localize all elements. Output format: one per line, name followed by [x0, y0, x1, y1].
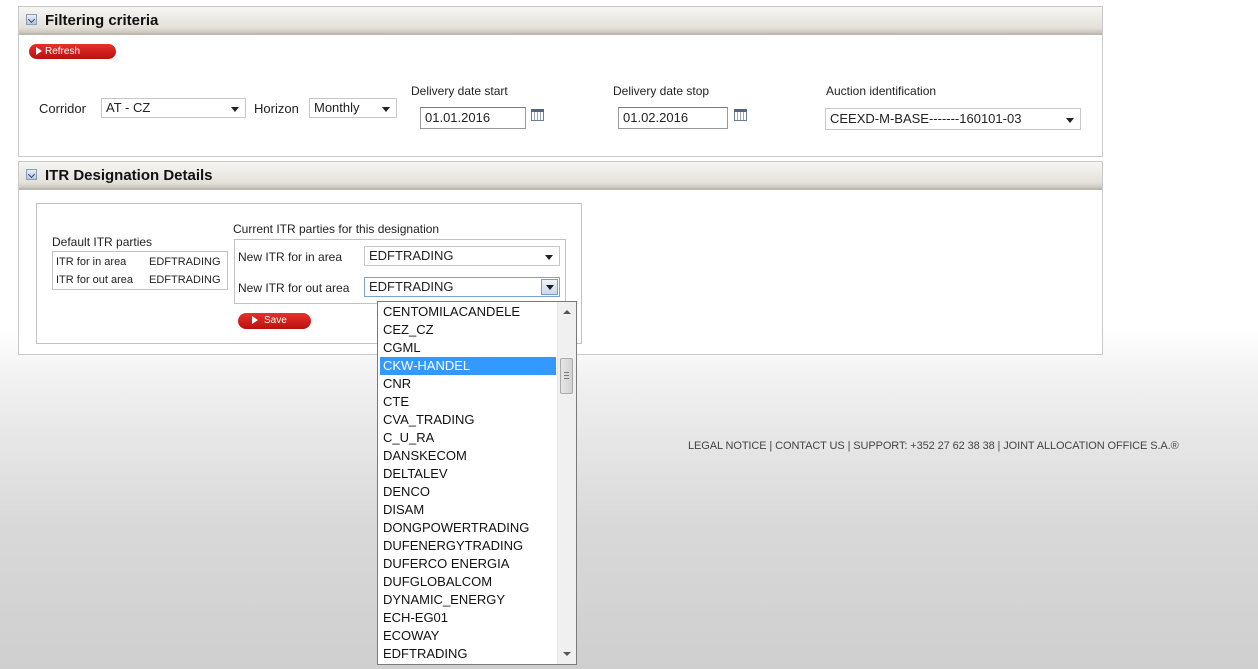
chevron-down-icon [382, 107, 390, 112]
dropdown-option[interactable]: CTE [380, 393, 556, 411]
dropdown-option[interactable]: DONGPOWERTRADING [380, 519, 556, 537]
scroll-thumb[interactable] [560, 358, 573, 394]
delivery-date-start-label: Delivery date start [411, 84, 508, 98]
filtering-criteria-title: Filtering criteria [45, 12, 159, 29]
footer-links[interactable]: LEGAL NOTICE | CONTACT US | SUPPORT: +35… [688, 440, 1179, 452]
dropdown-option[interactable]: DUFENERGYTRADING [380, 537, 556, 555]
auction-identification-value: CEEXD-M-BASE-------160101-03 [830, 111, 1022, 126]
dropdown-option[interactable]: ECOWAY [380, 627, 556, 645]
itr-party-dropdown-list[interactable]: CENTOMILACANDELE CEZ_CZ CGML CKW-HANDEL CNR C… [377, 301, 577, 665]
refresh-button-label: Refresh [45, 46, 81, 57]
dropdown-option[interactable]: CGML [380, 339, 556, 357]
dropdown-option[interactable]: CEZ_CZ [380, 321, 556, 339]
dropdown-option[interactable]: CVA_TRADING [380, 411, 556, 429]
default-out-area-value: EDFTRADING [149, 274, 221, 286]
scroll-down-icon[interactable] [563, 652, 571, 656]
refresh-button[interactable]: Refresh [29, 44, 116, 59]
default-itr-parties-label: Default ITR parties [52, 235, 153, 249]
new-in-area-select[interactable]: EDFTRADING [364, 246, 560, 266]
play-icon [252, 316, 258, 324]
chevron-down-icon [545, 255, 553, 260]
dropdown-option[interactable]: DUFGLOBALCOM [380, 573, 556, 591]
dropdown-option[interactable]: ECH-EG01 [380, 609, 556, 627]
dropdown-option[interactable]: DENCO [380, 483, 556, 501]
save-button[interactable]: Save [238, 313, 311, 329]
dropdown-option[interactable]: DYNAMIC_ENERGY [380, 591, 556, 609]
dropdown-option[interactable]: DELTALEV [380, 465, 556, 483]
itr-designation-header[interactable]: ITR Designation Details [19, 162, 1102, 190]
scroll-up-icon[interactable] [563, 310, 571, 314]
corridor-label: Corridor [39, 101, 86, 116]
new-in-area-value: EDFTRADING [369, 248, 454, 263]
horizon-select-value: Monthly [314, 100, 360, 115]
delivery-date-stop-input[interactable]: 01.02.2016 [618, 107, 728, 129]
dropdown-option[interactable]: EDFTRADING [380, 645, 556, 663]
filtering-criteria-panel: Filtering criteria Refresh Corridor AT -… [18, 6, 1103, 157]
new-out-area-value: EDFTRADING [369, 279, 454, 294]
dropdown-scrollbar[interactable] [557, 302, 576, 664]
default-in-area-value: EDFTRADING [149, 256, 221, 268]
current-itr-parties-label: Current ITR parties for this designation [233, 222, 440, 236]
auction-identification-select[interactable]: CEEXD-M-BASE-------160101-03 [825, 108, 1081, 130]
new-out-area-select[interactable]: EDFTRADING [364, 277, 560, 297]
corridor-select-value: AT - CZ [106, 100, 151, 115]
save-button-label: Save [264, 315, 287, 326]
default-in-area-label: ITR for in area [56, 256, 127, 268]
delivery-date-stop-value: 01.02.2016 [623, 110, 689, 125]
collapse-chevron-icon[interactable] [26, 14, 37, 25]
delivery-date-start-value: 01.01.2016 [425, 110, 491, 125]
dropdown-option[interactable]: DANSKECOM [380, 447, 556, 465]
new-out-area-label: New ITR for out area [238, 281, 350, 295]
chevron-down-icon [231, 107, 239, 112]
auction-identification-label: Auction identification [826, 84, 937, 98]
dropdown-option[interactable]: DISAM [380, 501, 556, 519]
delivery-date-stop-label: Delivery date stop [613, 84, 710, 98]
default-out-area-label: ITR for out area [56, 274, 134, 286]
horizon-select[interactable]: Monthly [309, 98, 397, 118]
chevron-down-icon [1066, 118, 1074, 123]
calendar-icon[interactable] [734, 109, 747, 121]
itr-designation-title: ITR Designation Details [45, 167, 213, 184]
play-icon [36, 47, 42, 55]
collapse-chevron-icon[interactable] [26, 169, 37, 180]
delivery-date-start-input[interactable]: 01.01.2016 [420, 107, 526, 129]
dropdown-option[interactable]: CKW-HANDEL [380, 357, 556, 375]
dropdown-option[interactable]: CENTOMILACANDELE [380, 303, 556, 321]
dropdown-option[interactable]: CNR [380, 375, 556, 393]
corridor-select[interactable]: AT - CZ [101, 98, 246, 118]
dropdown-toggle-icon[interactable] [541, 279, 558, 295]
new-in-area-label: New ITR for in area [238, 250, 343, 264]
filtering-criteria-header[interactable]: Filtering criteria [19, 7, 1102, 35]
dropdown-option[interactable]: DUFERCO ENERGIA [380, 555, 556, 573]
calendar-icon[interactable] [531, 109, 544, 121]
dropdown-option[interactable]: C_U_RA [380, 429, 556, 447]
horizon-label: Horizon [254, 101, 299, 116]
